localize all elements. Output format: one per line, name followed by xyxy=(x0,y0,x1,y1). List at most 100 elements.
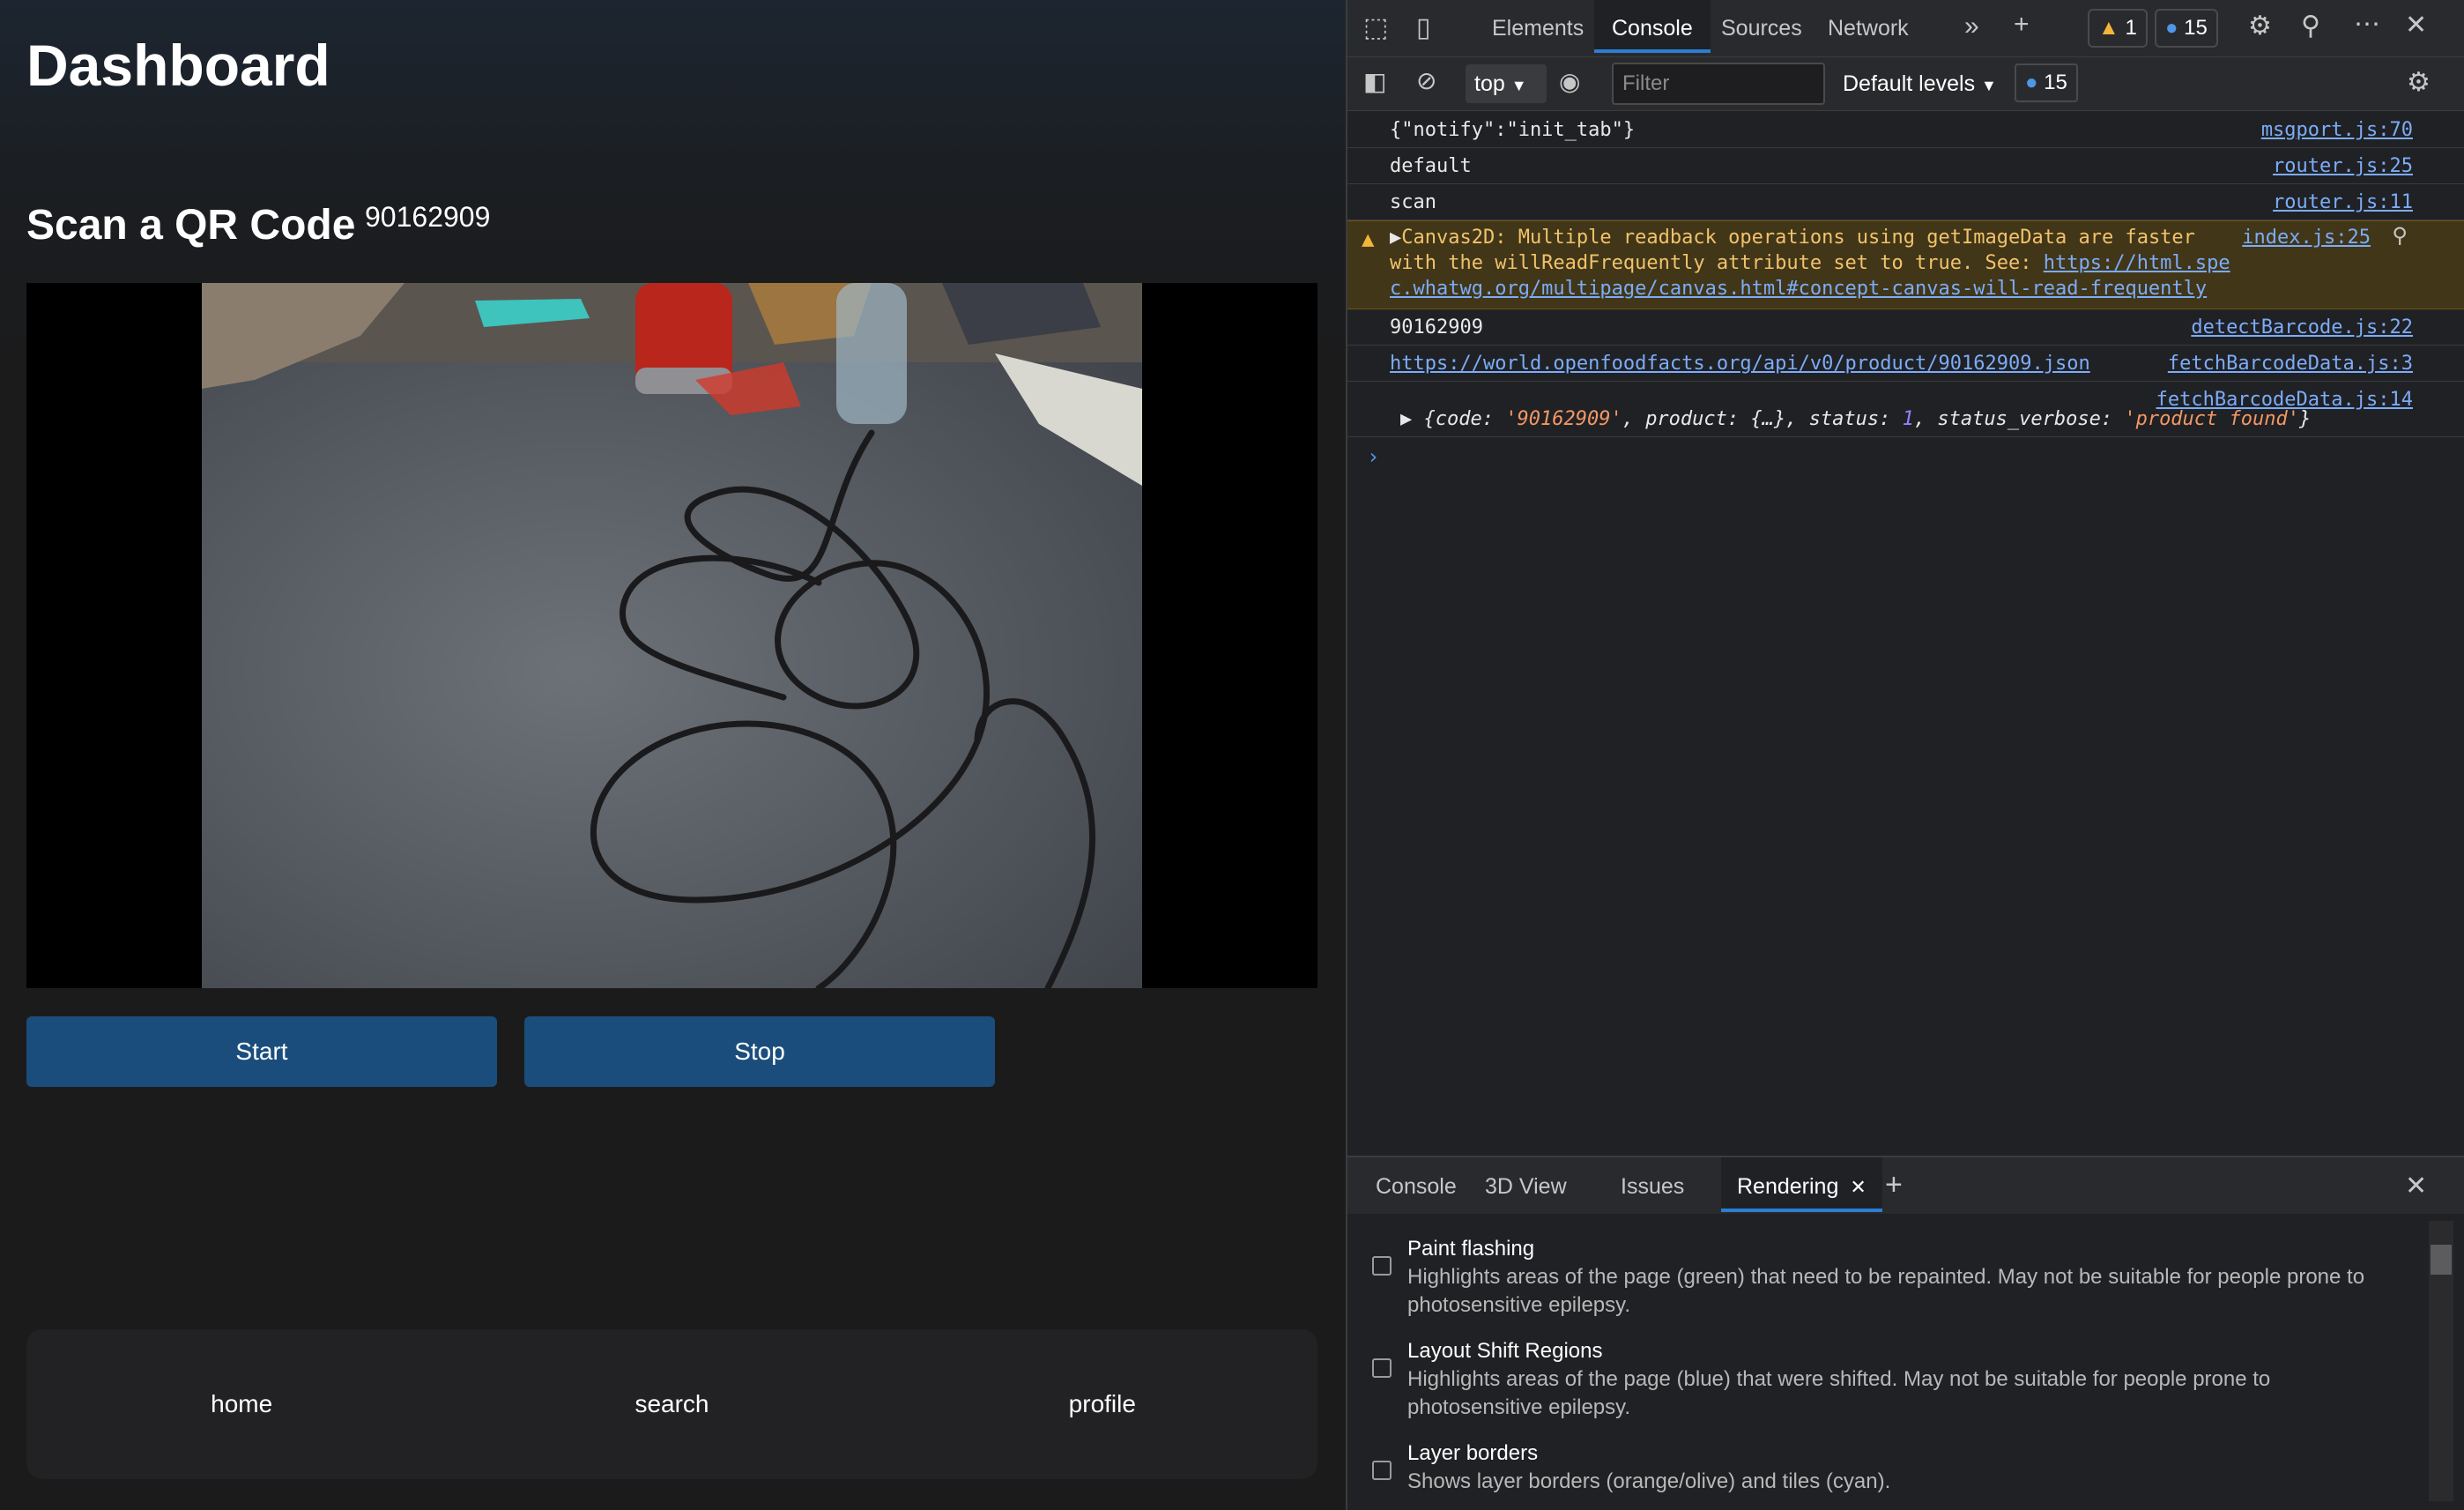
console-row: {"notify":"init_tab"} msgport.js:70 xyxy=(1347,112,2464,148)
drawer-tab-issues[interactable]: Issues xyxy=(1621,1157,1684,1216)
rendering-panel: Paint flashing Highlights areas of the p… xyxy=(1347,1214,2464,1510)
rendering-option-layout-shift: Layout Shift Regions Highlights areas of… xyxy=(1372,1337,2386,1422)
obj-key: product xyxy=(1645,408,1727,430)
chevron-down-icon: ▼ xyxy=(1510,77,1527,94)
warnings-badge[interactable]: ▲ 1 xyxy=(2088,9,2148,48)
console-row: https://world.openfoodfacts.org/api/v0/p… xyxy=(1347,346,2464,382)
nav-search[interactable]: search xyxy=(531,1390,813,1418)
close-devtools-icon[interactable]: ✕ xyxy=(2405,12,2427,39)
warning-line2: with the willReadFrequently attribute se… xyxy=(1390,252,2044,274)
close-drawer-icon[interactable]: ✕ xyxy=(2405,1173,2427,1200)
messages-badge[interactable]: ● 15 xyxy=(2155,9,2218,48)
source-link[interactable]: detectBarcode.js:22 xyxy=(2191,316,2413,338)
nav-home[interactable]: home xyxy=(100,1390,382,1418)
settings-gear-icon[interactable]: ⚙ xyxy=(2248,13,2272,40)
search-icon[interactable]: ⚲ xyxy=(2392,223,2408,248)
more-tabs-icon[interactable]: » xyxy=(1964,13,1979,40)
warning-line1: Canvas2D: Multiple readback operations u… xyxy=(1401,227,2195,249)
add-drawer-tab-icon[interactable]: + xyxy=(1885,1170,1903,1200)
app-pane: Dashboard Scan a QR Code 90162909 Start … xyxy=(0,0,1346,1510)
source-link[interactable]: router.js:11 xyxy=(2273,191,2413,213)
sidebar-toggle-icon[interactable]: ◧ xyxy=(1363,70,1386,94)
more-options-icon[interactable]: ⋯ xyxy=(2354,11,2380,38)
drawer-tab-3d-view[interactable]: 3D View xyxy=(1485,1157,1567,1216)
warning-link-cont[interactable]: c.whatwg.org/multipage/canvas.html#conce… xyxy=(1390,278,2207,300)
devtools-pane: ⬚ ▯ Elements Console Sources Network » +… xyxy=(1346,0,2464,1510)
live-expression-eye-icon[interactable]: ◉ xyxy=(1559,70,1580,94)
tab-console[interactable]: Console xyxy=(1594,0,1711,53)
obj-value: '90162909' xyxy=(1505,408,1622,430)
warnings-count: 1 xyxy=(2125,16,2137,40)
console-warning-row: ▲ ▶Canvas2D: Multiple readback operation… xyxy=(1347,220,2464,309)
console-row: default router.js:25 xyxy=(1347,148,2464,184)
customize-icon[interactable]: ⚲ xyxy=(2301,13,2320,40)
bottom-nav: home search profile xyxy=(26,1329,1317,1479)
close-tab-icon[interactable]: ✕ xyxy=(1850,1176,1866,1198)
console-message: default xyxy=(1390,155,1472,177)
inspect-element-icon[interactable]: ⬚ xyxy=(1363,15,1388,41)
scanned-code: 90162909 xyxy=(365,201,491,233)
console-settings-icon[interactable]: ⚙ xyxy=(2407,70,2431,96)
filter-input[interactable] xyxy=(1612,63,1825,105)
drawer-tab-rendering[interactable]: Rendering ✕ xyxy=(1721,1157,1882,1212)
scrollbar-thumb[interactable] xyxy=(2431,1245,2452,1275)
source-link[interactable]: router.js:25 xyxy=(2273,155,2413,177)
option-title: Layer borders xyxy=(1407,1441,1539,1465)
camera-viewport xyxy=(26,283,1317,988)
obj-value: 'product found' xyxy=(2124,408,2300,430)
console-prompt-icon[interactable]: › xyxy=(1367,444,1379,469)
tab-elements[interactable]: Elements xyxy=(1492,0,1584,53)
chevron-down-icon: ▼ xyxy=(1981,77,1997,94)
warning-icon: ▲ xyxy=(1362,227,1375,251)
tab-network[interactable]: Network xyxy=(1828,0,1909,53)
stop-button[interactable]: Stop xyxy=(524,1016,995,1087)
obj-value: {…} xyxy=(1750,408,1786,430)
expand-arrow-icon[interactable]: ▶ xyxy=(1400,408,1424,430)
start-button[interactable]: Start xyxy=(26,1016,497,1087)
layer-borders-checkbox[interactable] xyxy=(1372,1461,1392,1480)
option-title: Layout Shift Regions xyxy=(1407,1339,1603,1363)
context-select[interactable]: top ▼ xyxy=(1466,64,1547,103)
add-tab-icon[interactable]: + xyxy=(2014,11,2030,38)
layout-shift-checkbox[interactable] xyxy=(1372,1358,1392,1378)
context-value: top xyxy=(1474,71,1505,96)
warning-message: ▶Canvas2D: Multiple readback operations … xyxy=(1390,225,2230,301)
device-toolbar-icon[interactable]: ▯ xyxy=(1416,15,1431,41)
expand-arrow-icon[interactable]: ▶ xyxy=(1390,227,1401,249)
warning-link[interactable]: https://html.spe xyxy=(2044,252,2230,274)
console-url[interactable]: https://world.openfoodfacts.org/api/v0/p… xyxy=(1390,353,2090,375)
console-toolbar: ◧ ⊘ top ▼ ◉ Default levels ▼ ● 15 ⚙ xyxy=(1347,56,2464,111)
message-icon: ● xyxy=(2165,16,2178,40)
message-icon: ● xyxy=(2025,71,2038,94)
obj-key: status xyxy=(1808,408,1880,430)
toolbar-count: 15 xyxy=(2044,71,2067,94)
rendering-option-layer-borders: Layer borders Shows layer borders (orang… xyxy=(1372,1439,2386,1496)
clear-console-icon[interactable]: ⊘ xyxy=(1416,69,1436,93)
console-object-preview[interactable]: ▶ {code: '90162909', product: {…}, statu… xyxy=(1400,408,2311,430)
option-description: Shows layer borders (orange/olive) and t… xyxy=(1407,1469,1891,1493)
option-description: photosensitive epilepsy. xyxy=(1407,1395,1631,1419)
log-levels-dropdown[interactable]: Default levels ▼ xyxy=(1843,64,1997,105)
obj-key: status_verbose xyxy=(1937,408,2101,430)
source-link[interactable]: index.js:25 xyxy=(2242,227,2371,249)
scan-heading: Scan a QR Code xyxy=(26,202,356,249)
console-message: scan xyxy=(1390,191,1436,213)
messages-count: 15 xyxy=(2184,16,2208,40)
rendering-tab-label: Rendering xyxy=(1737,1174,1839,1199)
console-row: 90162909 detectBarcode.js:22 xyxy=(1347,309,2464,346)
source-link[interactable]: msgport.js:70 xyxy=(2261,119,2413,141)
drawer-tab-console[interactable]: Console xyxy=(1376,1157,1457,1216)
paint-flashing-checkbox[interactable] xyxy=(1372,1256,1392,1276)
source-link[interactable]: fetchBarcodeData.js:3 xyxy=(2168,353,2413,375)
drawer-tab-bar: Console 3D View Issues Rendering ✕ + ✕ xyxy=(1347,1156,2464,1214)
rendering-option-paint-flashing: Paint flashing Highlights areas of the p… xyxy=(1372,1235,2386,1320)
obj-value: 1 xyxy=(1902,408,1914,430)
tab-sources[interactable]: Sources xyxy=(1721,0,1802,53)
nav-profile[interactable]: profile xyxy=(961,1390,1243,1418)
obj-key: code xyxy=(1435,408,1482,430)
page-title: Dashboard xyxy=(26,33,330,98)
camera-feed xyxy=(202,283,1142,988)
console-row: scan router.js:11 xyxy=(1347,184,2464,220)
warning-icon: ▲ xyxy=(2098,16,2119,40)
issues-count-badge[interactable]: ● 15 xyxy=(2015,63,2078,102)
